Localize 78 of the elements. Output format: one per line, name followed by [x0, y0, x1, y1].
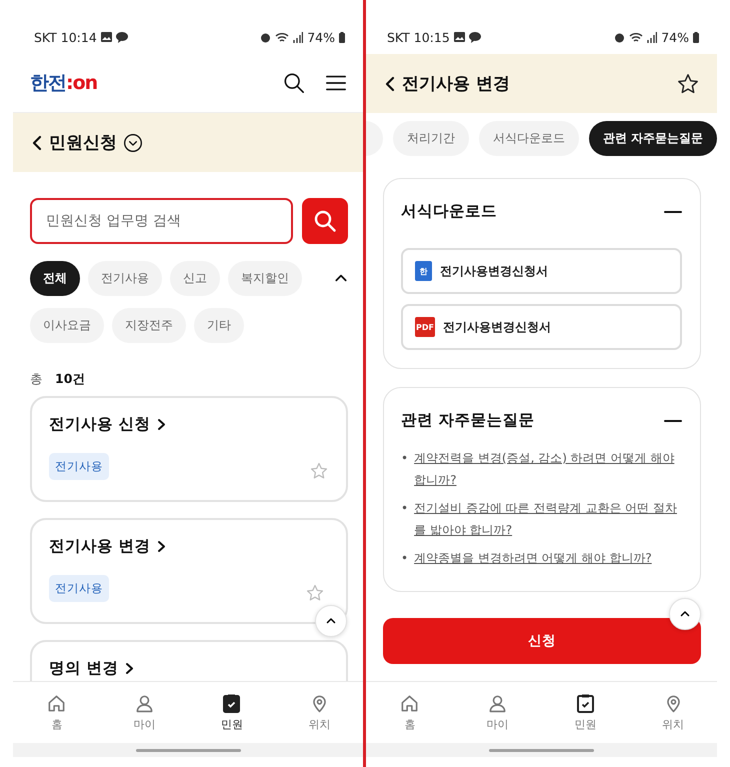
star-icon[interactable] — [310, 462, 328, 480]
chevron-right-icon — [156, 540, 166, 553]
filter-chip[interactable]: 이사요금 — [30, 308, 104, 343]
scroll-top-button[interactable] — [669, 598, 701, 630]
star-icon[interactable] — [677, 72, 699, 94]
home-icon — [400, 694, 420, 712]
filter-chip[interactable]: 기타 — [194, 308, 244, 343]
nav-item[interactable]: 위치 — [276, 682, 363, 743]
card-title: 전기사용 변경 — [49, 536, 150, 557]
nav-item[interactable]: 위치 — [629, 682, 717, 743]
file-download-button[interactable]: PDF 전기사용변경신청서 — [401, 304, 682, 350]
nav-item[interactable]: 홈 — [366, 682, 454, 743]
total-label: 총 — [30, 371, 43, 388]
filter-chip[interactable]: 전기사용 — [88, 261, 162, 296]
nav-item[interactable]: 민원 — [188, 682, 276, 743]
signal-icon — [293, 32, 304, 42]
service-card[interactable]: 전기사용 신청 전기사용 — [30, 396, 348, 502]
bullet: • — [401, 550, 408, 567]
chat-icon — [468, 32, 481, 42]
tab[interactable]: 처리기간 — [392, 121, 469, 156]
chat-icon — [116, 32, 128, 42]
filter-chip[interactable]: 신고 — [170, 261, 220, 296]
battery-level: 74% — [661, 30, 689, 44]
battery-icon — [693, 32, 699, 42]
filter-chip[interactable]: 복지할인 — [228, 261, 302, 296]
search-button[interactable] — [302, 198, 348, 244]
pdf-file-icon: PDF — [415, 317, 435, 337]
category-tag: 전기사용 — [49, 453, 109, 480]
nav-item[interactable]: 마이 — [454, 682, 542, 743]
category-tag: 전기사용 — [49, 575, 109, 602]
signal-icon — [647, 32, 658, 42]
status-time: SKT 10:14 — [34, 30, 97, 44]
bullet: • — [401, 500, 408, 517]
gallery-icon — [100, 32, 112, 42]
search-icon — [313, 209, 337, 233]
dropdown-icon[interactable] — [123, 132, 143, 152]
wifi-icon — [629, 32, 644, 42]
status-time: SKT 10:15 — [387, 30, 450, 44]
chevron-right-icon — [124, 662, 134, 675]
section-title: 서식다운로드 — [401, 201, 497, 222]
battery-level: 74% — [307, 30, 335, 44]
card-title: 명의 변경 — [49, 658, 118, 679]
faq-link[interactable]: 계약전력을 변경(증설, 감소) 하려면 어떻게 해야 합니까? — [414, 447, 682, 491]
nav-item[interactable]: 마이 — [100, 682, 188, 743]
file-download-button[interactable]: 한 전기사용변경신청서 — [401, 248, 682, 294]
section-title: 관련 자주묻는질문 — [401, 410, 534, 431]
tab[interactable]: 서식다운로드 — [478, 121, 579, 156]
back-icon[interactable] — [31, 134, 43, 150]
clipboard-check-icon — [576, 694, 594, 712]
page-title: 민원신청 — [49, 132, 117, 154]
battery-icon — [339, 32, 345, 42]
nav-item[interactable]: 민원 — [542, 682, 630, 743]
page-title: 전기사용 변경 — [402, 73, 510, 95]
wifi-icon — [275, 32, 290, 42]
faq-link[interactable]: 계약종별을 변경하려면 어떻게 해야 합니까? — [414, 547, 652, 569]
filter-chip[interactable]: 전체 — [30, 261, 80, 296]
tab[interactable]: 관련 자주묻는질문 — [588, 121, 717, 156]
chevron-right-icon — [156, 418, 166, 431]
person-icon — [488, 694, 508, 712]
home-icon — [47, 694, 66, 712]
star-icon[interactable] — [306, 584, 324, 602]
back-icon[interactable] — [384, 76, 396, 92]
collapse-icon[interactable] — [664, 210, 682, 214]
clipboard-check-icon — [223, 694, 240, 712]
logo[interactable]: 한전:on — [30, 70, 98, 96]
hwp-file-icon: 한 — [415, 261, 432, 281]
search-icon[interactable] — [283, 72, 305, 94]
bullet: • — [401, 450, 408, 467]
nav-item[interactable]: 홈 — [13, 682, 100, 743]
collapse-icon[interactable] — [664, 418, 682, 422]
total-count: 10건 — [55, 371, 86, 388]
person-icon — [134, 694, 154, 712]
search-field[interactable]: 민원신청 업무명 검색 — [30, 198, 293, 244]
apply-button[interactable]: 신청 — [383, 618, 701, 664]
card-title: 전기사용 신청 — [49, 414, 150, 435]
filter-chip[interactable]: 지장전주 — [112, 308, 186, 343]
gallery-icon — [454, 32, 465, 42]
faq-link[interactable]: 전기설비 증감에 따른 전력량계 교환은 어떤 절차를 밟아야 합니까? — [414, 497, 682, 541]
